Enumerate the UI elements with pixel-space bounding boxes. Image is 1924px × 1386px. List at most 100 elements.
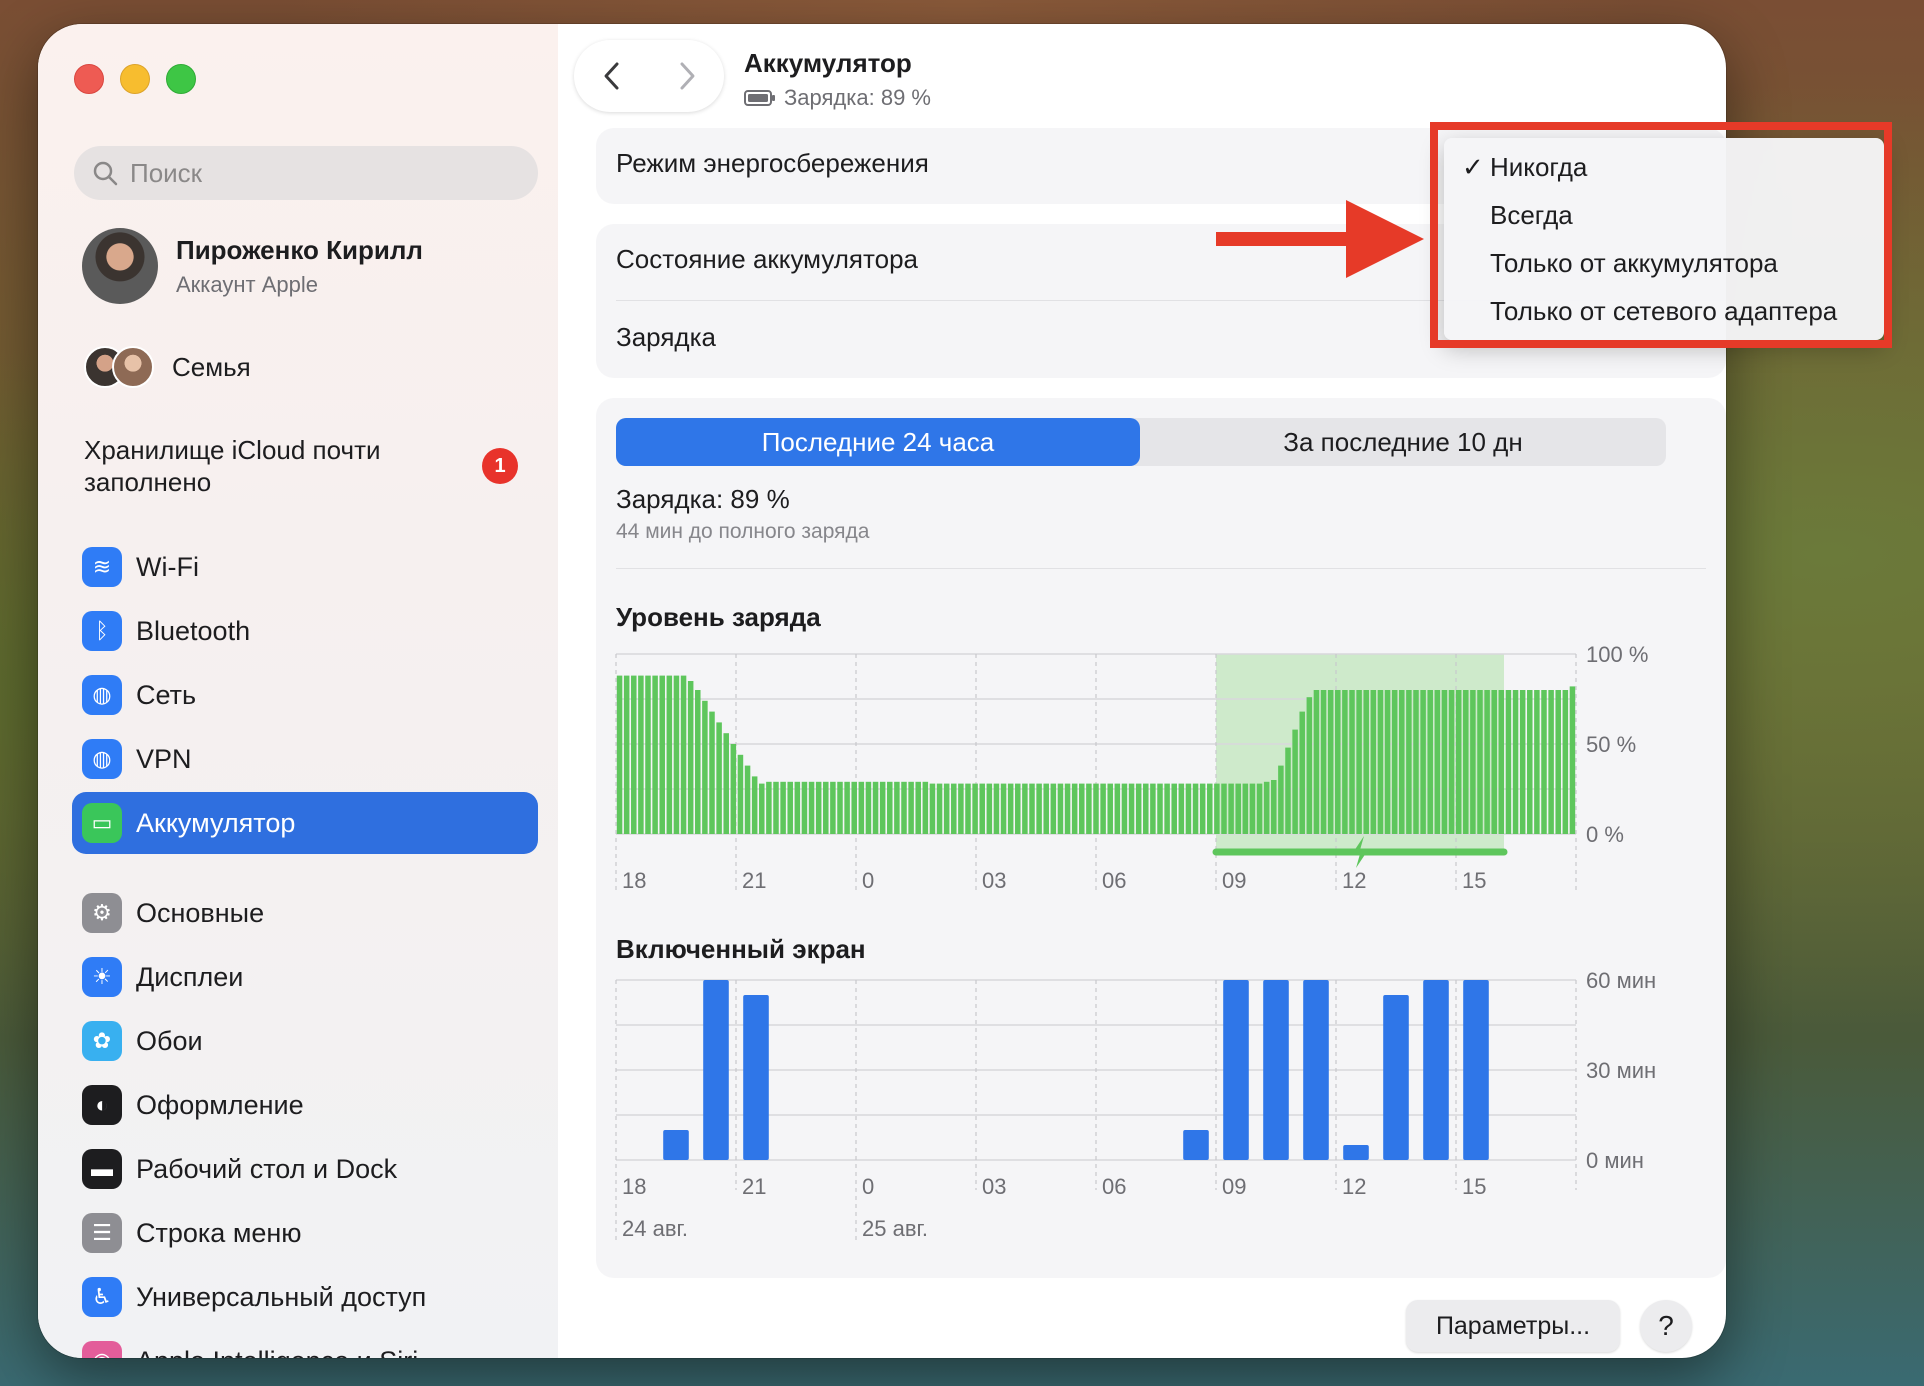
- battery-level-bar: [1335, 690, 1341, 834]
- sidebar-item-bluetooth[interactable]: ᛒ Bluetooth: [72, 600, 538, 662]
- close-window-button[interactable]: [74, 64, 104, 94]
- battery-level-bar: [915, 781, 921, 834]
- battery-level-bar: [1135, 783, 1142, 834]
- battery-level-bar: [673, 675, 680, 834]
- battery-usage-card: Последние 24 часа За последние 10 дн Зар…: [596, 398, 1726, 1278]
- battery-level-bar: [1071, 783, 1078, 834]
- battery-health-label[interactable]: Состояние аккумулятора: [616, 244, 918, 275]
- sidebar-item-vpn-globe[interactable]: ◍ VPN: [72, 728, 538, 790]
- back-button[interactable]: [574, 60, 649, 92]
- sidebar-item-flower[interactable]: ✿ Обои: [72, 1010, 538, 1072]
- battery-level-bar: [687, 681, 694, 834]
- battery-level-bar: [1171, 783, 1177, 834]
- battery-level-bar: [1242, 783, 1249, 834]
- battery-level-bar: [695, 690, 701, 834]
- battery-level-bar: [1285, 747, 1291, 834]
- battery-level-bar: [1406, 690, 1412, 834]
- help-button[interactable]: ?: [1640, 1300, 1692, 1352]
- family-avatar: [112, 346, 154, 388]
- battery-level-bar: [1192, 783, 1199, 834]
- icloud-storage-alert[interactable]: Хранилище iCloud почти заполнено 1: [84, 434, 524, 498]
- battery-level-bar: [645, 675, 651, 834]
- battery-level-bar: [666, 675, 673, 834]
- battery-level-bar: [623, 675, 630, 834]
- flower-icon: ✿: [82, 1021, 122, 1061]
- search-input[interactable]: Поиск: [74, 146, 538, 200]
- battery-level-bar: [1399, 690, 1405, 834]
- sidebar-item-appearance[interactable]: ◐ Оформление: [72, 1074, 538, 1136]
- tab-last-10-days[interactable]: За последние 10 дн: [1140, 418, 1666, 466]
- y-tick-label: 30 мин: [1586, 1058, 1656, 1083]
- battery-level-bar: [1007, 783, 1014, 834]
- sidebar-item-dock[interactable]: ▬ Рабочий стол и Dock: [72, 1138, 538, 1200]
- battery-level-bar: [1455, 690, 1462, 834]
- tab-last-24-hours[interactable]: Последние 24 часа: [616, 418, 1140, 466]
- y-tick-label: 100 %: [1586, 642, 1648, 667]
- battery-level-bar: [1249, 783, 1256, 834]
- search-placeholder: Поиск: [130, 157, 203, 188]
- battery-level-bar: [1256, 783, 1263, 834]
- battery-level-bar: [1505, 690, 1512, 834]
- y-tick-label: 0 мин: [1586, 1148, 1644, 1173]
- battery-level-bar: [1128, 783, 1135, 834]
- battery-charging-icon: [744, 90, 775, 106]
- sidebar-item-sun[interactable]: ☀ Дисплеи: [72, 946, 538, 1008]
- sidebar-item-globe[interactable]: ◍ Сеть: [72, 664, 538, 726]
- battery-level-bar: [1377, 690, 1384, 834]
- battery-level-bar: [837, 781, 843, 834]
- apple-account-item[interactable]: Пироженко Кирилл Аккаунт Apple: [82, 228, 423, 304]
- screen-on-bar: [1183, 1130, 1209, 1160]
- sidebar-item-label: Основные: [136, 897, 265, 928]
- battery-level-bar: [1569, 686, 1576, 834]
- battery-level-bar: [1384, 690, 1391, 834]
- battery-level-bar: [1057, 783, 1064, 834]
- sidebar-item-label: Универсальный доступ: [136, 1281, 427, 1312]
- battery-level-bar: [1484, 690, 1490, 834]
- sidebar-item-menubar[interactable]: ☰ Строка меню: [72, 1202, 538, 1264]
- account-name: Пироженко Кирилл: [176, 234, 423, 265]
- sidebar-item-label: VPN: [136, 743, 192, 774]
- battery-level-bar: [744, 765, 751, 834]
- battery-level-bar: [1519, 690, 1526, 834]
- battery-level-bar: [1157, 783, 1163, 834]
- battery-level-bar: [1064, 783, 1071, 834]
- minimize-window-button[interactable]: [120, 64, 150, 94]
- vpn-globe-icon: ◍: [82, 739, 122, 779]
- battery-level-bar: [1093, 783, 1099, 834]
- battery-level-bar: [872, 781, 879, 834]
- sidebar-item-battery[interactable]: ▭ Аккумулятор: [72, 792, 538, 854]
- x-tick-label: 0: [862, 1174, 874, 1199]
- sidebar-item-siri[interactable]: ◉ Apple Intelligence и Siri: [72, 1330, 538, 1358]
- battery-level-bar: [1114, 783, 1121, 834]
- charging-label[interactable]: Зарядка: [616, 322, 716, 353]
- sidebar-item-gear[interactable]: ⚙ Основные: [72, 882, 538, 944]
- date-label: 24 авг.: [622, 1216, 688, 1241]
- x-tick-label: 15: [1462, 1174, 1486, 1199]
- screen-on-bar: [1303, 980, 1329, 1160]
- zoom-window-button[interactable]: [166, 64, 196, 94]
- battery-level-bar: [1463, 690, 1469, 834]
- sidebar-item-accessibility[interactable]: ♿ Универсальный доступ: [72, 1266, 538, 1328]
- menubar-icon: ☰: [82, 1213, 122, 1253]
- sidebar-item-wifi[interactable]: ≋ Wi-Fi: [72, 536, 538, 598]
- sidebar-item-label: Bluetooth: [136, 615, 251, 646]
- x-tick-label: 06: [1102, 1174, 1126, 1199]
- battery-level-bar: [1363, 690, 1369, 834]
- screen-on-bar: [743, 995, 769, 1160]
- sidebar-item-label: Сеть: [136, 679, 197, 710]
- forward-button[interactable]: [649, 60, 724, 92]
- battery-icon: ▭: [82, 803, 122, 843]
- battery-level-bar: [1441, 690, 1448, 834]
- navigation-buttons: [574, 40, 724, 112]
- battery-level-bar: [723, 733, 729, 834]
- battery-level-bar: [1448, 690, 1455, 834]
- battery-level-bar: [1207, 783, 1213, 834]
- screen-on-bar: [1223, 980, 1249, 1160]
- battery-level-bar: [631, 675, 637, 834]
- battery-level-bar: [1278, 765, 1284, 834]
- options-button[interactable]: Параметры...: [1406, 1300, 1620, 1352]
- battery-level-bar: [1477, 690, 1483, 834]
- battery-level-bar: [1015, 783, 1021, 834]
- family-item[interactable]: Семья: [84, 346, 251, 388]
- battery-level-bar: [616, 675, 623, 834]
